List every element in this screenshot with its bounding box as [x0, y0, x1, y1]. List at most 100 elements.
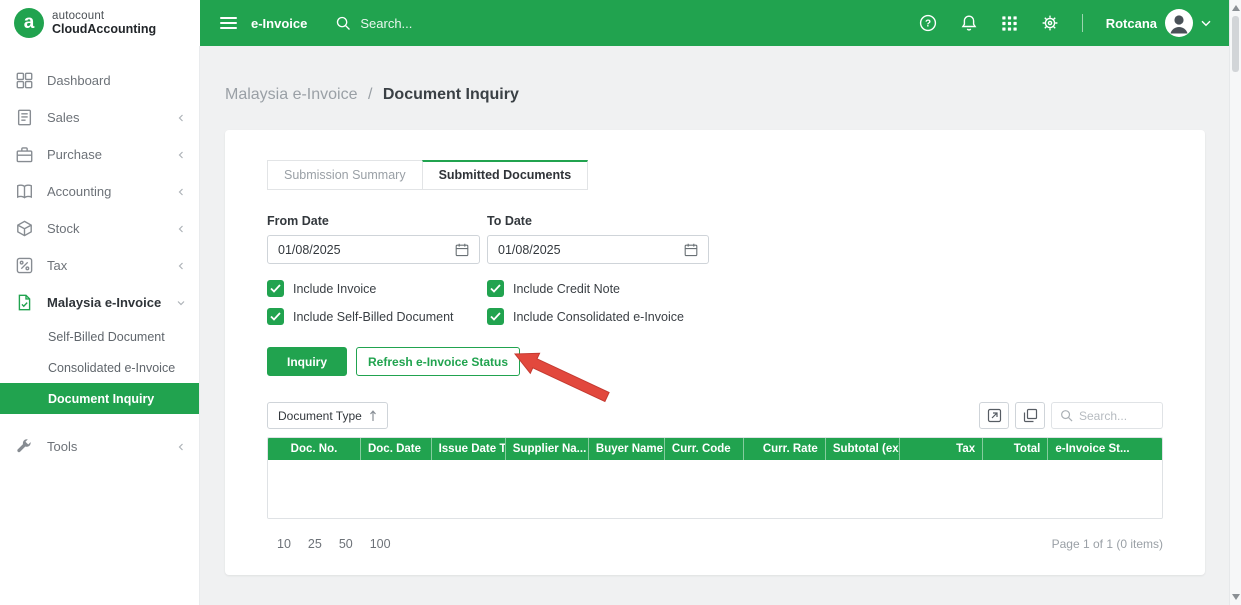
sales-icon [16, 109, 35, 126]
chevron-left-icon [177, 225, 185, 233]
scroll-down-icon[interactable] [1232, 594, 1240, 600]
copy-icon [1023, 408, 1038, 423]
scrollbar-thumb[interactable] [1232, 16, 1239, 72]
column-header-supplier-name[interactable]: Supplier Na... [506, 438, 589, 460]
column-header-total[interactable]: Total [983, 438, 1049, 460]
column-header-doc-date[interactable]: Doc. Date [361, 438, 432, 460]
page-size-10[interactable]: 10 [277, 537, 291, 551]
logo-letter: a [23, 12, 35, 33]
tab-submitted-documents[interactable]: Submitted Documents [421, 160, 589, 190]
sidebar-subitem-document-inquiry[interactable]: Document Inquiry [0, 383, 199, 414]
topbar-divider [1081, 14, 1083, 32]
sidebar-item-purchase[interactable]: Purchase [0, 136, 199, 173]
documents-table: Doc. No. Doc. Date Issue Date T... Suppl… [267, 437, 1163, 519]
sidebar-item-tax[interactable]: Tax [0, 247, 199, 284]
sidebar-subitem-consolidated-e-invoice[interactable]: Consolidated e-Invoice [0, 352, 199, 383]
checkbox-checked-icon [487, 308, 504, 325]
document-type-group-chip[interactable]: Document Type [267, 402, 388, 429]
checkbox-include-consolidated-e-invoice[interactable]: Include Consolidated e-Invoice [487, 308, 684, 325]
page-size-100[interactable]: 100 [370, 537, 391, 551]
chevron-left-icon [177, 188, 185, 196]
sidebar-item-label: Dashboard [47, 73, 111, 88]
export-button[interactable] [979, 402, 1009, 429]
accounting-icon [16, 183, 35, 200]
svg-text:?: ? [925, 19, 931, 30]
calendar-icon[interactable] [455, 243, 469, 257]
main-content: Malaysia e-Invoice / Document Inquiry Su… [200, 46, 1229, 605]
column-header-subtotal-ex[interactable]: Subtotal (ex) [826, 438, 900, 460]
tab-submission-summary[interactable]: Submission Summary [267, 160, 423, 190]
column-header-tax[interactable]: Tax [900, 438, 984, 460]
copy-button[interactable] [1015, 402, 1045, 429]
chevron-left-icon [177, 114, 185, 122]
calendar-icon[interactable] [684, 243, 698, 257]
checkbox-include-credit-note[interactable]: Include Credit Note [487, 280, 620, 297]
sidebar-item-dashboard[interactable]: Dashboard [0, 62, 199, 99]
page-size-25[interactable]: 25 [308, 537, 322, 551]
sidebar-item-label: Accounting [47, 184, 112, 199]
checkbox-checked-icon [487, 280, 504, 297]
column-header-doc-no[interactable]: Doc. No. [268, 438, 361, 460]
column-header-issue-date-time[interactable]: Issue Date T... [432, 438, 506, 460]
user-menu[interactable]: Rotcana [1106, 9, 1211, 37]
module-title: e-Invoice [251, 15, 308, 31]
dashboard-icon [16, 72, 35, 89]
breadcrumb-parent[interactable]: Malaysia e-Invoice [225, 86, 358, 103]
column-header-e-invoice-status[interactable]: e-Invoice St... [1048, 438, 1162, 460]
e-invoice-icon [16, 294, 35, 311]
refresh-e-invoice-status-button[interactable]: Refresh e-Invoice Status [356, 347, 521, 376]
purchase-icon [16, 146, 35, 163]
from-date-input[interactable]: 01/08/2025 [267, 235, 480, 264]
column-header-curr-rate[interactable]: Curr. Rate [744, 438, 826, 460]
breadcrumb-current: Document Inquiry [382, 86, 519, 103]
table-search-input[interactable] [1079, 408, 1154, 423]
column-header-curr-code[interactable]: Curr. Code [665, 438, 745, 460]
document-inquiry-card: Submission Summary Submitted Documents F… [225, 130, 1205, 575]
avatar [1165, 9, 1193, 37]
global-search[interactable]: Search... [335, 15, 412, 31]
checkbox-label: Include Credit Note [513, 281, 621, 296]
sidebar-item-label: Tools [47, 439, 78, 454]
table-header-row: Doc. No. Doc. Date Issue Date T... Suppl… [268, 438, 1162, 460]
to-date-value: 01/08/2025 [498, 242, 561, 257]
brand-line2: CloudAccounting [52, 22, 157, 36]
checkbox-include-self-billed-document[interactable]: Include Self-Billed Document [267, 308, 480, 325]
sidebar-item-label: Purchase [47, 147, 102, 162]
sidebar-item-stock[interactable]: Stock [0, 210, 199, 247]
brand-line1: autocount [52, 10, 105, 22]
help-icon[interactable]: ? [919, 14, 937, 32]
pagination: 10 25 50 100 Page 1 of 1 (0 items) [267, 537, 1163, 551]
scroll-up-icon[interactable] [1232, 5, 1240, 11]
sidebar-item-accounting[interactable]: Accounting [0, 173, 199, 210]
page-size-50[interactable]: 50 [339, 537, 353, 551]
from-date-label: From Date [267, 214, 329, 228]
notifications-bell-icon[interactable] [960, 14, 978, 32]
checkbox-checked-icon [267, 280, 284, 297]
table-empty-body [268, 460, 1162, 518]
from-date-value: 01/08/2025 [278, 242, 341, 257]
sidebar-subitem-self-billed-document[interactable]: Self-Billed Document [0, 321, 199, 352]
to-date-input[interactable]: 01/08/2025 [487, 235, 709, 264]
checkbox-include-invoice[interactable]: Include Invoice [267, 280, 480, 297]
sidebar-item-label: Sales [47, 110, 80, 125]
inquiry-button[interactable]: Inquiry [267, 347, 348, 376]
sidebar-subitem-label: Self-Billed Document [48, 329, 165, 344]
sidebar-item-label: Tax [47, 258, 68, 273]
menu-icon[interactable] [220, 14, 237, 32]
stock-icon [16, 220, 35, 237]
table-search [1051, 402, 1163, 429]
sidebar-item-malaysia-e-invoice[interactable]: Malaysia e-Invoice [0, 284, 199, 321]
sidebar-item-sales[interactable]: Sales [0, 99, 199, 136]
search-icon [335, 15, 351, 31]
sidebar-item-tools[interactable]: Tools [0, 428, 199, 465]
breadcrumb: Malaysia e-Invoice / Document Inquiry [225, 86, 1229, 104]
apps-grid-icon[interactable] [1001, 15, 1018, 32]
sort-asc-icon [369, 409, 377, 422]
sidebar-subitem-label: Document Inquiry [48, 391, 155, 406]
page-scrollbar[interactable] [1229, 0, 1241, 605]
column-header-buyer-name[interactable]: Buyer Name [589, 438, 665, 460]
settings-gear-icon[interactable] [1041, 14, 1059, 32]
sidebar: Dashboard Sales Purchase Accounting Stoc… [0, 46, 200, 605]
username: Rotcana [1105, 15, 1157, 31]
search-icon [1060, 409, 1073, 422]
